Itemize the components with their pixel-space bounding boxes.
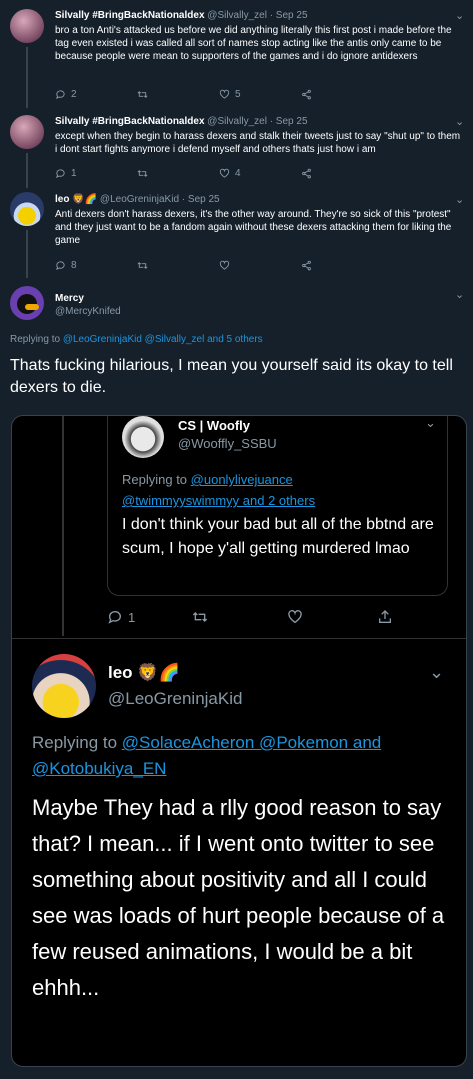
replying-to-link: @SolaceAcheron @Pokemon and [121,733,382,752]
divider [12,638,466,639]
like-count: 5 [235,89,241,100]
tweet-text: except when they begin to harass dexers … [55,131,461,155]
quoted-tweet-card: CS | Woofly @Wooffly_SSBU ⌄ Replying to … [107,415,448,596]
chevron-down-icon[interactable]: ⌄ [455,193,464,206]
replying-to-link: @twimmyyswimmyy and 2 others [122,493,316,508]
author-handle: @LeoGreninjaKid [108,689,243,708]
avatar[interactable] [10,9,44,43]
thread-line [62,416,64,636]
share-button[interactable] [301,89,312,100]
tweet-1[interactable]: Silvally #BringBackNationaldex @Silvally… [0,0,473,108]
author-handle[interactable]: @Silvally_zel [207,116,267,127]
tweet-text: Anti dexers don't harass dexers, it's th… [55,209,452,246]
upload-icon [379,610,391,623]
thread-line [26,230,28,278]
replying-to-links[interactable]: @LeoGreninjaKid @Silvally_zel and 5 othe… [63,334,263,345]
author-name: leo [108,663,133,682]
replying-to-link: @Kotobukiya_EN [32,759,167,778]
chevron-down-icon[interactable]: ⌄ [455,115,464,128]
reply-icon [55,169,65,179]
retweet-button[interactable] [137,89,219,100]
author-handle: @Wooffly_SSBU [178,436,277,451]
retweet-icon [137,170,148,177]
reply-count: 2 [71,89,77,100]
tweet-text: bro a ton Anti's attacked us before we d… [55,25,452,62]
heart-icon [219,89,230,99]
reply-button: 1 [107,609,192,625]
reply-button[interactable]: 1 [55,168,137,179]
replying-to-link: @uonlylivejuance [190,472,293,487]
author-handle[interactable]: @LeoGreninjaKid [100,194,179,205]
main-tweet[interactable]: Mercy @MercyKnifed ⌄ Replying to @LeoGre… [0,280,473,410]
tweet-text: I don't think your bad but all of the bb… [122,516,434,557]
author-name[interactable]: leo [55,194,69,205]
chevron-down-icon[interactable]: ⌄ [455,288,464,301]
name-emojis: 🦁🌈 [137,663,180,682]
tweet-3[interactable]: leo 🦁🌈 @LeoGreninjaKid · Sep 25 ⌄ Anti d… [0,186,473,278]
tweet-date[interactable]: · Sep 25 [182,194,220,205]
author-handle[interactable]: @MercyKnifed [55,306,121,317]
reply-count: 1 [71,168,77,179]
like-button[interactable] [219,260,301,271]
replying-prefix: Replying to [32,733,122,752]
retweet-icon [137,262,148,269]
tweet-date[interactable]: · Sep 25 [270,10,308,21]
chevron-down-icon[interactable]: ⌄ [455,9,464,22]
avatar[interactable] [10,115,44,149]
retweet-button [192,609,287,625]
share-button[interactable] [301,168,312,179]
retweet-icon [192,612,208,622]
attached-image[interactable]: CS | Woofly @Wooffly_SSBU ⌄ Replying to … [11,415,467,1067]
avatar[interactable] [10,286,44,320]
tweet-text: Maybe They had a rlly good reason to say… [32,795,445,1000]
retweet-button[interactable] [137,260,219,271]
replying-prefix: Replying to [122,472,191,487]
share-button [377,609,393,625]
like-button[interactable]: 4 [219,168,301,179]
author-name[interactable]: Silvally #BringBackNationaldex [55,10,205,21]
like-button [287,609,377,625]
reply-button[interactable]: 2 [55,89,137,100]
heart-icon [219,260,230,270]
author-name[interactable]: Mercy [55,293,84,304]
share-icon [302,89,311,100]
like-count: 4 [235,168,241,179]
reply-icon [108,611,121,624]
replying-prefix: Replying to [10,334,63,345]
like-button[interactable]: 5 [219,89,301,100]
avatar [32,654,96,718]
chevron-down-icon: ⌄ [425,415,436,430]
share-button[interactable] [301,260,312,271]
author-handle[interactable]: @Silvally_zel [207,10,267,21]
tweet-text: Thats fucking hilarious, I mean you your… [10,357,453,396]
replying-to: Replying to @uonlylivejuance @twimmyyswi… [122,469,315,511]
reply-count: 8 [71,260,77,271]
reply-button[interactable]: 8 [55,260,137,271]
reply-count: 1 [128,609,136,625]
tweet-date[interactable]: · Sep 25 [270,116,308,127]
author-name[interactable]: Silvally #BringBackNationaldex [55,116,205,127]
share-icon [302,260,311,271]
chevron-down-icon: ⌄ [429,662,445,682]
thread-line [26,47,28,108]
replying-to: Replying to @LeoGreninjaKid @Silvally_ze… [10,334,263,345]
author-name: CS | Woofly [178,418,251,433]
retweet-button[interactable] [137,168,219,179]
avatar [122,416,164,458]
tweet-2[interactable]: Silvally #BringBackNationaldex @Silvally… [0,108,473,188]
reply-icon [55,90,65,100]
avatar[interactable] [10,192,44,226]
heart-icon [219,168,230,178]
retweet-icon [137,91,148,98]
heart-icon [288,610,302,624]
share-icon [302,168,311,179]
thread-line [26,153,28,188]
name-emojis: 🦁🌈 [72,194,98,205]
reply-icon [55,261,65,271]
replying-to: Replying to @SolaceAcheron @Pokemon and … [32,730,381,782]
